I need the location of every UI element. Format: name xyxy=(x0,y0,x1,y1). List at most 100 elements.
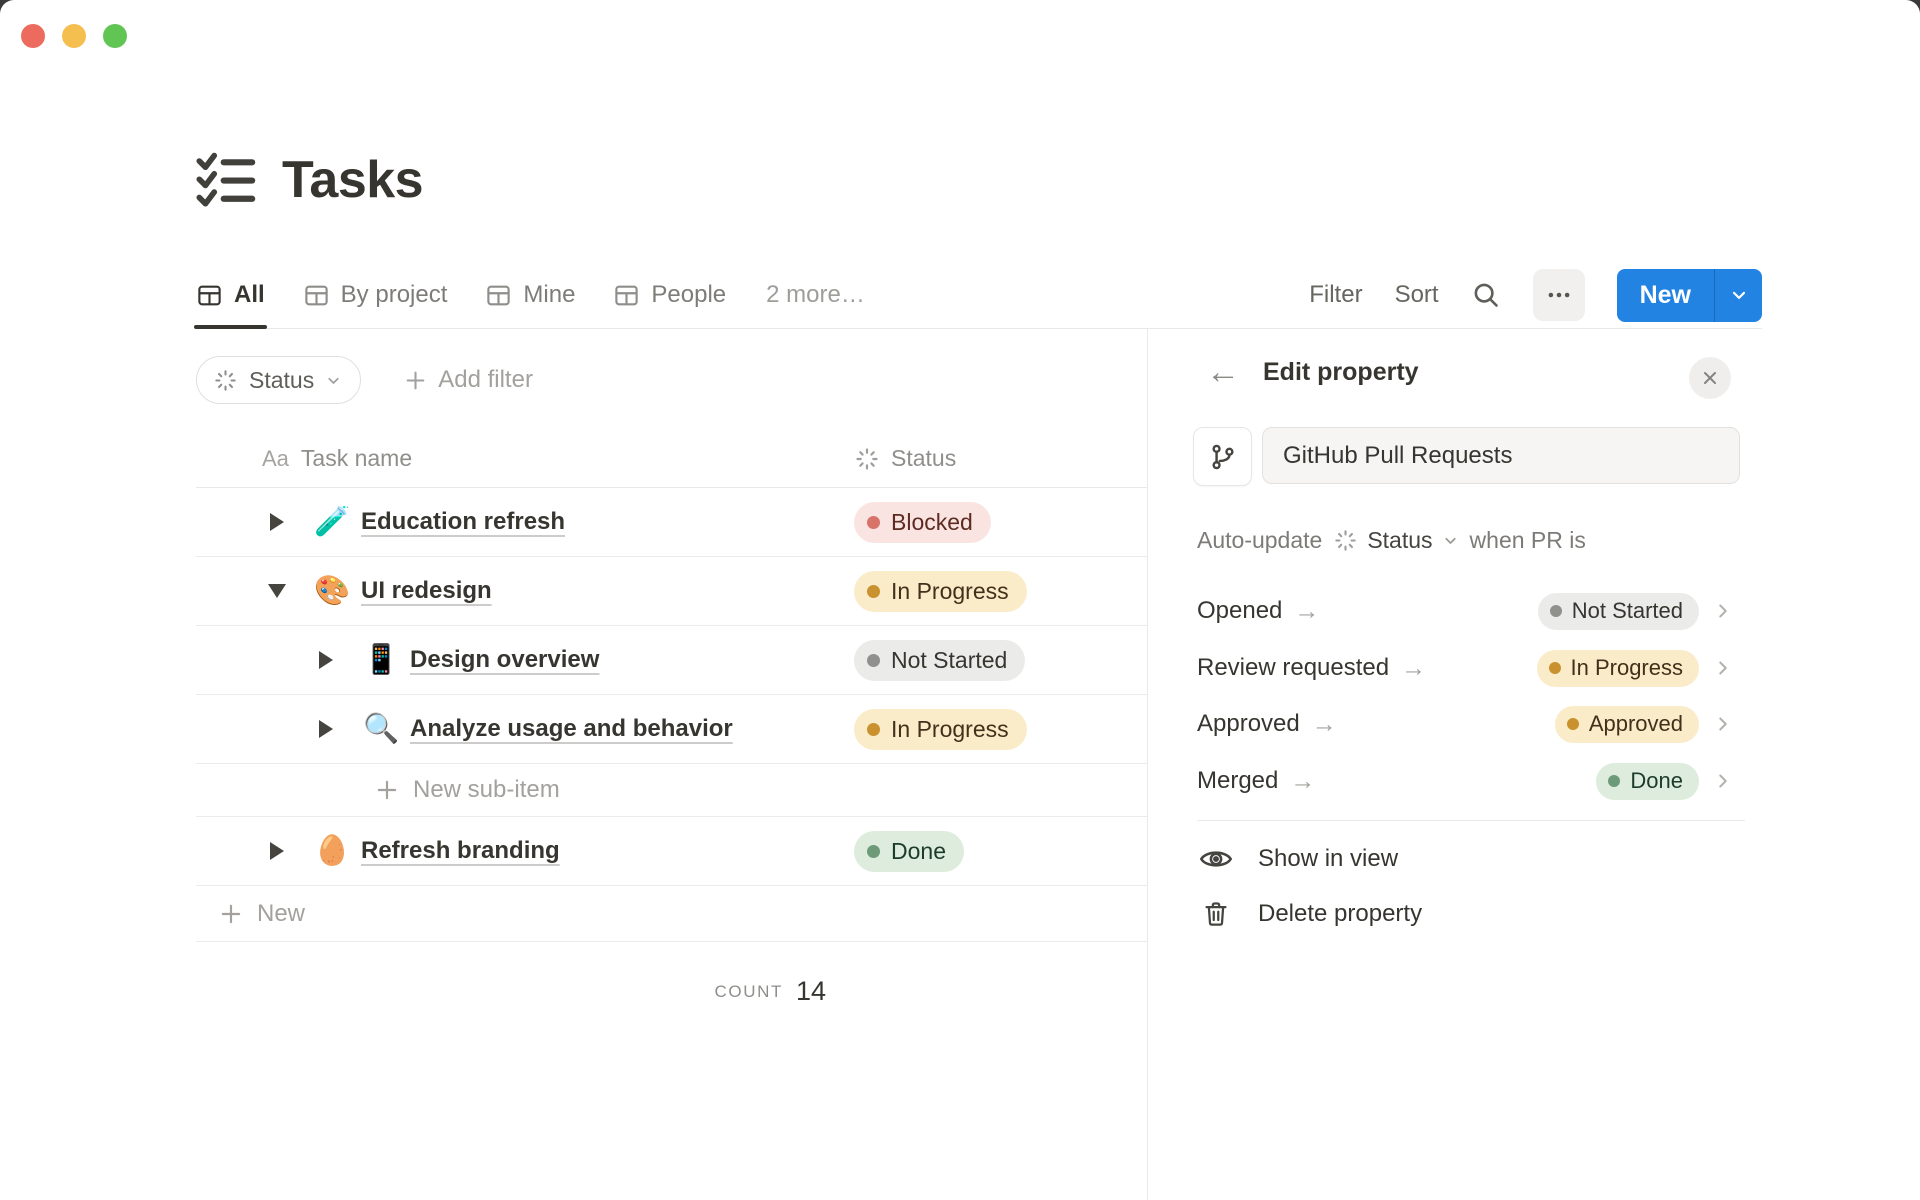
tab-all[interactable]: All xyxy=(194,262,267,329)
page-title: Tasks xyxy=(282,151,424,209)
pr-event-label: Review requested xyxy=(1197,654,1390,681)
table-row: 🥚 Refresh branding Done xyxy=(196,817,1147,886)
chevron-right-icon[interactable] xyxy=(1712,600,1734,622)
status-property-icon xyxy=(854,446,880,472)
status-badge-label: Not Started xyxy=(891,646,1008,673)
status-badge[interactable]: Done xyxy=(854,830,964,872)
chevron-down-icon xyxy=(325,372,342,389)
triangle-right-icon xyxy=(319,651,333,669)
task-name-cell: 🥚 Refresh branding xyxy=(196,817,848,885)
new-button-dropdown[interactable] xyxy=(1715,269,1762,322)
minimize-window-button[interactable] xyxy=(62,24,86,48)
close-window-button[interactable] xyxy=(21,24,45,48)
table-row-sub: 📱 Design overview Not Started xyxy=(196,626,1147,695)
row-collapse-toggle[interactable] xyxy=(262,576,292,606)
status-cell: Done xyxy=(848,830,1147,872)
task-name-cell: 🧪 Education refresh xyxy=(196,488,848,556)
status-dot-icon xyxy=(1608,775,1621,787)
view-toolbar: Filter Sort New xyxy=(1309,268,1762,322)
arrow-right-icon: → xyxy=(1294,596,1320,625)
mapping-row-approved: Approved → Approved xyxy=(1197,702,1734,746)
more-options-button[interactable] xyxy=(1532,269,1585,321)
panel-divider xyxy=(1197,820,1745,821)
close-icon xyxy=(1700,368,1720,388)
new-row-button[interactable]: New xyxy=(196,886,1147,942)
chevron-right-icon[interactable] xyxy=(1712,713,1734,735)
task-emoji: 🎨 xyxy=(314,574,351,607)
status-badge[interactable]: Done xyxy=(1596,762,1699,800)
chevron-down-icon xyxy=(1729,285,1749,305)
close-panel-button[interactable] xyxy=(1689,357,1731,399)
count-label[interactable]: COUNT xyxy=(715,982,783,1002)
tab-by-project[interactable]: By project xyxy=(303,262,448,328)
row-expand-toggle[interactable] xyxy=(262,507,292,537)
chevron-right-icon[interactable] xyxy=(1712,770,1734,792)
status-property-icon xyxy=(1333,528,1358,553)
mapping-row-merged: Merged → Done xyxy=(1197,759,1734,803)
row-expand-toggle[interactable] xyxy=(311,714,341,744)
status-property-icon xyxy=(213,368,238,393)
property-name-input[interactable] xyxy=(1262,427,1740,484)
task-title-link[interactable]: Education refresh xyxy=(361,508,565,536)
task-title-link[interactable]: Analyze usage and behavior xyxy=(410,715,733,743)
status-dot-icon xyxy=(867,844,880,858)
tab-label: People xyxy=(651,281,727,308)
count-value: 14 xyxy=(795,976,826,1006)
status-badge-label: Done xyxy=(891,837,946,864)
plus-icon xyxy=(374,777,400,803)
zoom-window-button[interactable] xyxy=(103,24,127,48)
new-sub-item-label: New sub-item xyxy=(413,776,560,803)
tab-label: By project xyxy=(340,281,448,308)
show-in-view-button[interactable]: Show in view xyxy=(1197,841,1398,877)
delete-property-button[interactable]: Delete property xyxy=(1197,899,1422,929)
tab-people[interactable]: People xyxy=(613,262,726,328)
status-filter-chip[interactable]: Status xyxy=(196,356,362,404)
status-filter-chip-label: Status xyxy=(249,366,315,393)
back-arrow-icon[interactable]: ← xyxy=(1206,355,1240,389)
add-filter-button[interactable]: Add filter xyxy=(403,366,533,394)
status-badge[interactable]: Approved xyxy=(1554,705,1699,743)
tabs-more-button[interactable]: 2 more… xyxy=(766,262,865,328)
table-row: 🎨 UI redesign In Progress xyxy=(196,557,1147,626)
arrow-right-icon: → xyxy=(1290,766,1316,795)
app-window: Tasks All By project Mine People 2 more…… xyxy=(0,0,1920,1200)
table-view-icon xyxy=(303,282,330,309)
status-column-header[interactable]: Status xyxy=(848,445,1147,472)
status-badge[interactable]: In Progress xyxy=(1536,649,1699,687)
chevron-right-icon[interactable] xyxy=(1712,657,1734,679)
status-badge[interactable]: Not Started xyxy=(1537,592,1699,630)
row-expand-toggle[interactable] xyxy=(311,645,341,675)
table-view-icon xyxy=(196,282,223,309)
new-sub-item-button[interactable]: New sub-item xyxy=(196,764,1147,817)
chevron-down-icon xyxy=(1442,532,1459,549)
table-row: 🧪 Education refresh Blocked xyxy=(196,488,1147,557)
sort-button[interactable]: Sort xyxy=(1395,281,1439,309)
task-title-link[interactable]: UI redesign xyxy=(361,577,492,605)
status-cell: In Progress xyxy=(848,570,1147,612)
property-type-button[interactable] xyxy=(1193,427,1252,486)
table-view-icon xyxy=(485,282,512,309)
status-badge[interactable]: Blocked xyxy=(854,501,991,543)
status-dot-icon xyxy=(1549,605,1562,617)
auto-update-prefix: Auto-update xyxy=(1197,527,1323,553)
table-footer: COUNT 14 xyxy=(196,942,854,1007)
table-view-icon xyxy=(613,282,640,309)
view-tabs: All By project Mine People 2 more… xyxy=(194,262,865,329)
search-icon[interactable] xyxy=(1471,280,1501,310)
new-button[interactable]: New xyxy=(1617,269,1714,322)
status-badge[interactable]: In Progress xyxy=(854,708,1027,750)
filter-button[interactable]: Filter xyxy=(1309,281,1362,309)
task-title-link[interactable]: Refresh branding xyxy=(361,837,560,865)
status-badge[interactable]: Not Started xyxy=(854,639,1026,681)
task-emoji: 🔍 xyxy=(363,712,400,745)
triangle-right-icon xyxy=(270,842,284,860)
show-in-view-label: Show in view xyxy=(1258,845,1399,872)
task-name-column-header[interactable]: Aa Task name xyxy=(196,445,848,472)
tab-mine[interactable]: Mine xyxy=(485,262,575,328)
task-title-link[interactable]: Design overview xyxy=(410,646,599,674)
status-badge-label: In Progress xyxy=(1570,655,1684,680)
status-dot-icon xyxy=(867,515,880,529)
status-badge[interactable]: In Progress xyxy=(854,570,1027,612)
row-expand-toggle[interactable] xyxy=(262,836,292,866)
auto-update-property-dropdown[interactable]: Status xyxy=(1333,527,1458,554)
